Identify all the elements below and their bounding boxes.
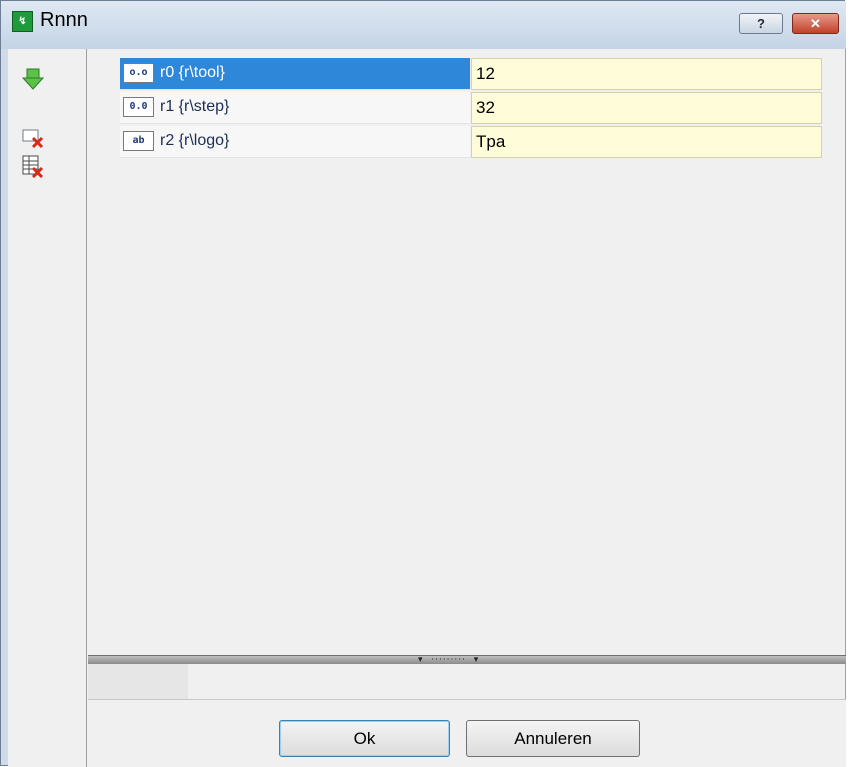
ok-button[interactable]: Ok [279,720,450,757]
parameter-grid: o.o r0 {r\tool} 0.0 r1 {r\step} ab [88,49,846,655]
window-title: Rnnn [40,9,88,31]
parameter-row-r2[interactable]: ab r2 {r\logo} [120,126,822,158]
app-icon: ↯ [12,11,33,32]
numeric-type-icon: 0.0 [123,97,154,117]
title-bar[interactable]: ↯ Rnnn ? ✕ [1,1,846,49]
panel-splitter[interactable]: ▾ ········· ▾ [88,655,846,665]
parameter-name-cell[interactable]: 0.0 r1 {r\step} [120,92,470,124]
parameter-name: r0 {r\tool} [160,64,225,81]
cancel-button[interactable]: Annuleren [466,720,640,757]
parameter-value-cell[interactable] [471,126,822,158]
parameter-name: r2 {r\logo} [160,132,230,149]
description-text-area [88,664,188,699]
delete-field-icon[interactable] [21,125,45,149]
parameter-name: r1 {r\step} [160,98,230,115]
parameter-row-r1[interactable]: 0.0 r1 {r\step} [120,92,822,124]
string-type-icon: ab [123,131,154,151]
dialog-button-bar: Ok Annuleren [88,699,846,767]
parameter-value-cell[interactable] [471,92,822,124]
parameter-name-cell[interactable]: o.o r0 {r\tool} [120,58,470,90]
close-button[interactable]: ✕ [792,13,839,34]
dialog-window: ↯ Rnnn ? ✕ o.o r0 {r\tool} 12 0.0 r1 {r\… [0,0,846,767]
dialog-client-area: o.o r0 {r\tool} 0.0 r1 {r\step} ab [8,49,846,767]
parameter-value-input[interactable] [476,97,806,119]
parameter-name-cell[interactable]: ab r2 {r\logo} [120,126,470,158]
parameter-row-r0[interactable]: o.o r0 {r\tool} [120,58,822,90]
help-button[interactable]: ? [739,13,783,34]
delete-table-icon[interactable] [21,154,45,178]
side-toolbar [8,49,87,767]
parameter-value-input[interactable] [476,63,806,85]
description-panel [88,664,846,699]
numeric-type-icon: o.o [123,63,154,83]
download-arrow-icon[interactable] [21,67,45,91]
parameter-value-input[interactable] [476,131,806,153]
parameter-value-cell[interactable] [471,58,822,90]
splitter-grip-icon: ▾ ········· ▾ [418,655,480,665]
